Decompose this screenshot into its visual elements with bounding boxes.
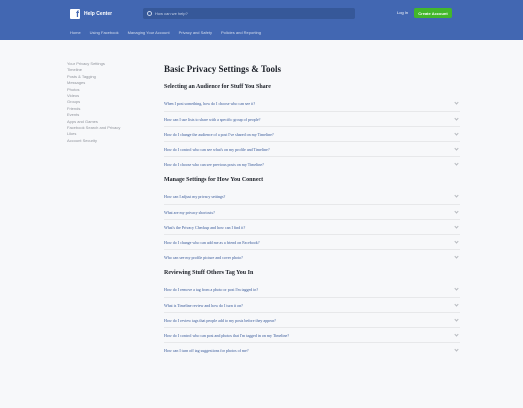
faq-row[interactable]: When I post something, how do I choose w… <box>164 96 460 111</box>
nav-item-managing-account[interactable]: Managing Your Account <box>128 29 170 37</box>
faq-row[interactable]: How do I change who can add me as a frie… <box>164 234 460 249</box>
login-link[interactable]: Log In <box>397 10 408 15</box>
faq-question[interactable]: How do I change the audience of a post I… <box>164 132 274 137</box>
section-title: Manage Settings for How You Connect <box>164 177 264 183</box>
faq-question[interactable]: How do I control who can post and photos… <box>164 333 289 338</box>
faq-question[interactable]: How do I remove a tag from a photo or po… <box>164 287 258 292</box>
faq-row[interactable]: How do I choose who can see previous pos… <box>164 156 460 171</box>
faq-question[interactable]: When I post something, how do I choose w… <box>164 101 255 106</box>
chevron-down-icon <box>454 193 459 198</box>
faq-question[interactable]: How do I control who can see what's on m… <box>164 147 270 152</box>
search-input[interactable] <box>155 9 345 18</box>
chevron-down-icon <box>454 332 459 337</box>
top-nav: Home Using Facebook Managing Your Accoun… <box>70 29 270 37</box>
brand-name: Help Center <box>84 11 113 17</box>
chevron-down-icon <box>454 286 459 291</box>
search-icon <box>147 11 152 16</box>
create-account-button[interactable]: Create Account <box>414 8 452 18</box>
faq-question[interactable]: How do I change who can add me as a frie… <box>164 240 260 245</box>
search-box[interactable] <box>143 8 355 19</box>
chevron-down-icon <box>454 254 459 259</box>
faq-question[interactable]: What's the Privacy Checkup and how can I… <box>164 225 245 230</box>
brand-logo-link[interactable]: f Help Center <box>70 8 112 20</box>
header-top-row: f Help Center Log In Create Account <box>0 0 523 26</box>
faq-row[interactable]: How can I adjust my privacy settings? <box>164 189 460 204</box>
chevron-down-icon <box>454 224 459 229</box>
main-content: Basic Privacy Settings & Tools Selecting… <box>164 62 460 357</box>
chevron-down-icon <box>454 100 459 105</box>
chevron-down-icon <box>454 131 459 136</box>
nav-item-policies-reporting[interactable]: Policies and Reporting <box>221 29 261 37</box>
faq-row[interactable]: What is Timeline review and how do I tur… <box>164 297 460 312</box>
sidebar-nav: Your Privacy Settings Timeline Posts & T… <box>67 61 147 144</box>
faq-question[interactable]: What are my privacy shortcuts? <box>164 210 215 215</box>
chevron-down-icon <box>454 302 459 307</box>
faq-row[interactable]: How do I change the audience of a post I… <box>164 126 460 141</box>
chevron-down-icon <box>454 146 459 151</box>
help-center-page: f Help Center Log In Create Account Home… <box>0 0 523 408</box>
chevron-down-icon <box>454 347 459 352</box>
facebook-logo-icon: f <box>70 9 80 19</box>
nav-item-using-facebook[interactable]: Using Facebook <box>90 29 119 37</box>
sidebar-item[interactable]: Account Security <box>67 138 147 144</box>
top-header: f Help Center Log In Create Account Home… <box>0 0 523 40</box>
faq-question[interactable]: How do I review tags that people add to … <box>164 318 276 323</box>
section-title: Selecting an Audience for Stuff You Shar… <box>164 84 271 90</box>
faq-row[interactable]: How can I turn off tag suggestions for p… <box>164 342 460 357</box>
faq-row[interactable]: How can I use lists to share with a spec… <box>164 111 460 126</box>
faq-row[interactable]: How do I control who can post and photos… <box>164 327 460 342</box>
faq-question[interactable]: What is Timeline review and how do I tur… <box>164 303 243 308</box>
faq-row[interactable]: What's the Privacy Checkup and how can I… <box>164 219 460 234</box>
faq-question[interactable]: How can I adjust my privacy settings? <box>164 194 225 199</box>
faq-row[interactable]: Who can see my profile picture and cover… <box>164 249 460 264</box>
faq-question[interactable]: How can I use lists to share with a spec… <box>164 117 260 122</box>
page-title: Basic Privacy Settings & Tools <box>164 64 282 74</box>
faq-row[interactable]: What are my privacy shortcuts? <box>164 204 460 219</box>
faq-row[interactable]: How do I remove a tag from a photo or po… <box>164 282 460 297</box>
chevron-down-icon <box>454 116 459 121</box>
chevron-down-icon <box>454 239 459 244</box>
section-title: Reviewing Stuff Others Tag You In <box>164 270 254 276</box>
faq-row[interactable]: How do I review tags that people add to … <box>164 312 460 327</box>
chevron-down-icon <box>454 161 459 166</box>
chevron-down-icon <box>454 209 459 214</box>
nav-item-home[interactable]: Home <box>70 29 81 37</box>
faq-question[interactable]: How can I turn off tag suggestions for p… <box>164 348 249 353</box>
faq-question[interactable]: Who can see my profile picture and cover… <box>164 255 243 260</box>
faq-row[interactable]: How do I control who can see what's on m… <box>164 141 460 156</box>
chevron-down-icon <box>454 317 459 322</box>
nav-item-privacy-safety[interactable]: Privacy and Safety <box>179 29 212 37</box>
faq-question[interactable]: How do I choose who can see previous pos… <box>164 162 264 167</box>
